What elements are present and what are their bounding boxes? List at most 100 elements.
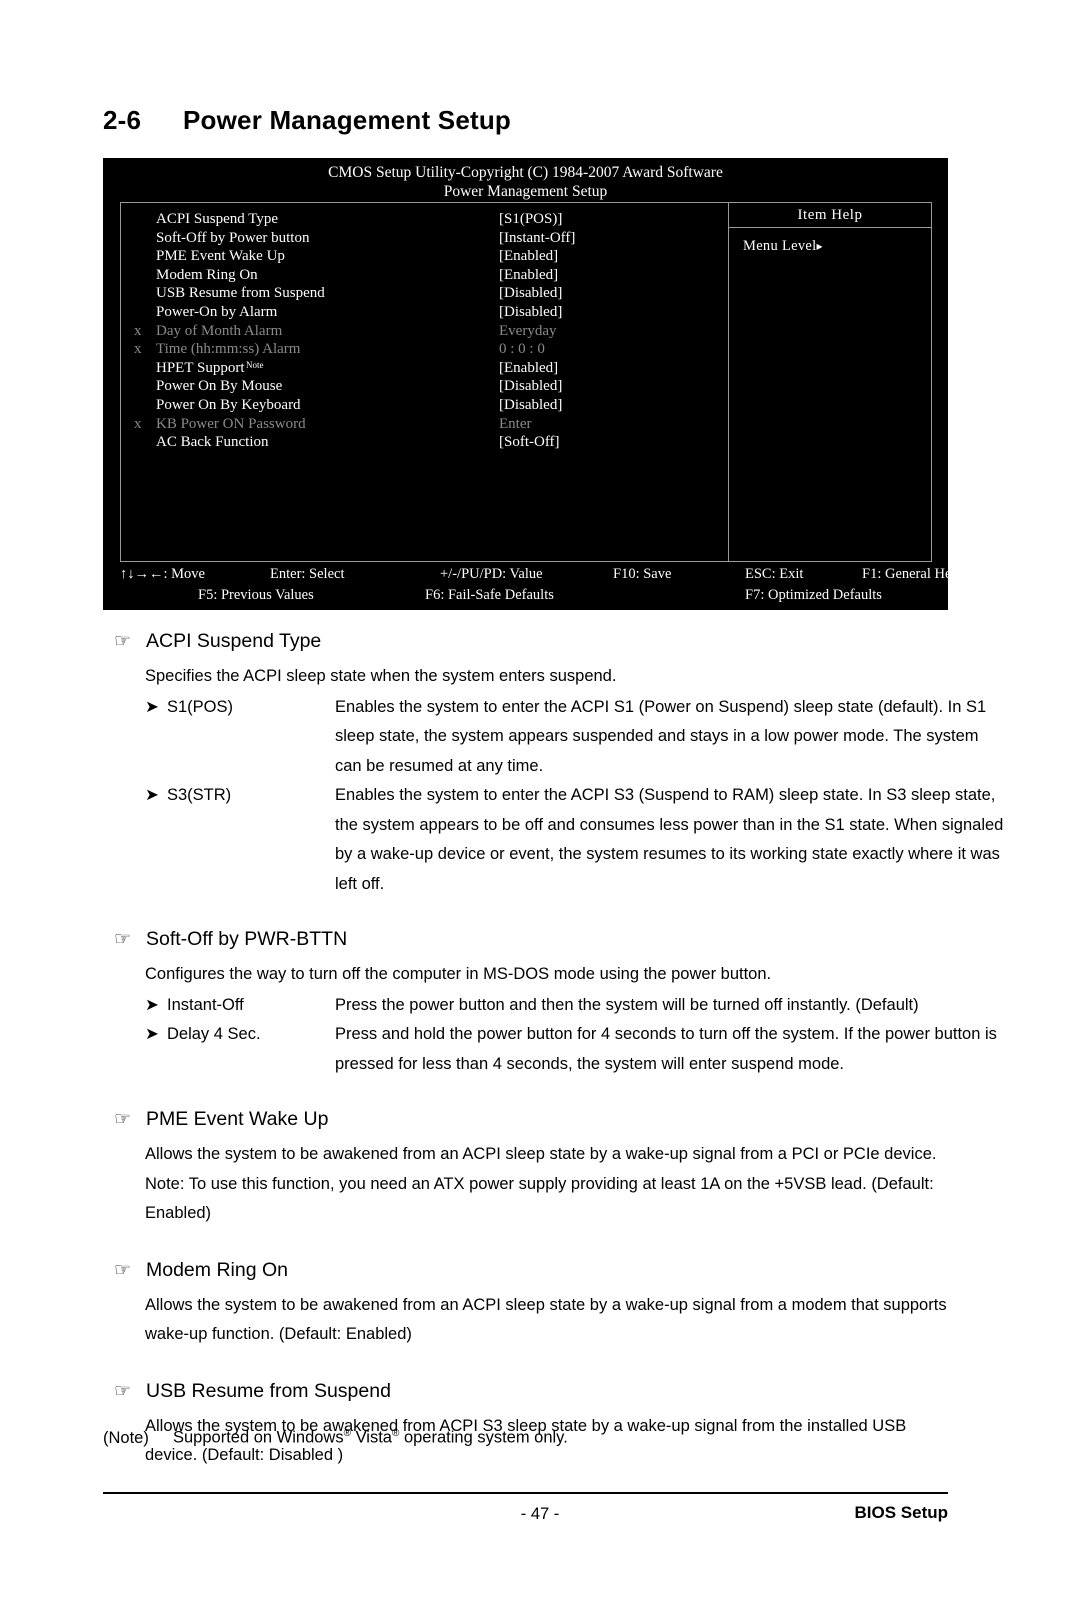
bios-key-hint: F1: General Help <box>862 566 963 582</box>
document-page: 2-6 Power Management Setup CMOS Setup Uti… <box>0 0 1080 1604</box>
bios-key-legend: ↑↓→←: Move Enter: Select +/-/PU/PD: Value F… <box>120 566 963 608</box>
section-item-label: USB Resume from Suspend <box>146 1379 391 1402</box>
bios-option-value[interactable]: [Enabled] <box>499 360 558 377</box>
bios-option-name: HPET Support <box>156 359 245 376</box>
bios-key-row-1: ↑↓→←: Move Enter: Select +/-/PU/PD: Value F… <box>120 566 963 587</box>
footnote: (Note) Supported on Windows® Vista® opera… <box>103 1428 568 1448</box>
bios-option-value[interactable]: [Disabled] <box>499 378 562 395</box>
bios-option-value[interactable]: [Disabled] <box>499 304 562 321</box>
bios-key-hint: ESC: Exit <box>745 566 804 582</box>
section-item-title: ☞ Soft-Off by PWR-BTTN <box>114 928 347 951</box>
bios-key-hint: +/-/PU/PD: Value <box>440 566 543 582</box>
registered-icon-2: ® <box>391 1428 400 1439</box>
bios-menu-title: Power Management Setup <box>443 183 608 201</box>
bios-option-disabled-marker: x <box>134 322 142 339</box>
section-option-description: Press the power button and then the syst… <box>335 995 919 1014</box>
section-item-label: ACPI Suspend Type <box>146 630 322 652</box>
bios-option-row[interactable]: ACPI Suspend Type [S1(POS)] <box>121 211 728 230</box>
bios-key-hint: F7: Optimized Defaults <box>745 587 882 603</box>
bios-key-hint: F10: Save <box>613 566 672 582</box>
bios-option-row[interactable]: x KB Power ON Password Enter <box>121 416 728 435</box>
section-intro-text: Allows the system to be awakened from an… <box>145 1295 947 1344</box>
section-item-title: ☞ Modem Ring On <box>114 1259 288 1282</box>
bios-option-row[interactable]: USB Resume from Suspend [Disabled] <box>121 285 728 304</box>
section-option: ➤ S1(POS) Enables the system to enter the … <box>145 693 986 782</box>
bios-screen: CMOS Setup Utility-Copyright (C) 1984-20… <box>103 158 963 610</box>
bios-option-name: ACPI Suspend Type <box>156 211 279 227</box>
bios-key-hint: F5: Previous Values <box>198 587 314 603</box>
page-title: 2-6 Power Management Setup <box>103 105 511 136</box>
section-item-title: ☞ PME Event Wake Up <box>114 1108 328 1131</box>
bios-option-name: Time (hh:mm:ss) Alarm <box>156 341 301 358</box>
bios-option-value[interactable]: [Disabled] <box>499 285 562 302</box>
menu-level-label: Menu Level▸ <box>729 228 931 255</box>
bios-option-value[interactable]: 0 : 0 : 0 <box>499 341 545 358</box>
arrow-bullet-icon: ➤ <box>145 786 159 804</box>
bios-option-row[interactable]: Modem Ring On [Enabled] <box>121 267 728 286</box>
pointing-hand-icon: ☞ <box>114 929 132 950</box>
section-item-title: ☞ USB Resume from Suspend <box>114 1380 391 1403</box>
bios-key-row-2: F5: Previous Values F6: Fail-Safe Default… <box>120 587 932 608</box>
section-item-label: PME Event Wake Up <box>146 1108 329 1130</box>
section-option-description: Press and hold the power button for 4 se… <box>335 1025 997 1073</box>
bios-panel: ACPI Suspend Type [S1(POS)] Soft-Off by Po… <box>120 202 932 562</box>
section-option-name: S1(POS) <box>167 697 234 716</box>
bios-option-value[interactable]: [Soft-Off] <box>499 434 560 451</box>
bios-option-row[interactable]: AC Back Function [Soft-Off] <box>121 434 728 453</box>
bios-option-name: KB Power ON Password <box>156 415 306 432</box>
bios-option-row[interactable]: Power On By Mouse [Disabled] <box>121 378 728 397</box>
section-intro-text: Allows the system to be awakened from an… <box>145 1145 937 1222</box>
bios-item-help: Item Help Menu Level▸ <box>729 203 931 561</box>
section-option-description: Enables the system to enter the ACPI S3 … <box>335 786 1004 893</box>
pointing-hand-icon: ☞ <box>114 1380 132 1402</box>
bios-key-hint: F6: Fail-Safe Defaults <box>425 587 554 603</box>
bios-option-row[interactable]: Power-On by Alarm [Disabled] <box>121 304 728 323</box>
bios-option-disabled-marker: x <box>134 415 142 432</box>
footnote-text-middle: Vista <box>355 1428 392 1447</box>
chevron-right-icon: ▸ <box>816 239 823 253</box>
section-item-label: Soft-Off by PWR-BTTN <box>146 928 348 950</box>
bios-option-row[interactable]: HPET Support Note [Enabled] <box>121 360 728 379</box>
bios-option-name: Modem Ring On <box>156 266 258 283</box>
bios-option-note-marker: Note <box>246 359 264 370</box>
bios-option-row[interactable]: x Time (hh:mm:ss) Alarm 0 : 0 : 0 <box>121 341 728 360</box>
bios-option-value[interactable]: [S1(POS)] <box>499 211 562 228</box>
pointing-hand-icon: ☞ <box>114 1109 132 1130</box>
section-item-title: ☞ ACPI Suspend Type <box>114 630 321 653</box>
footnote-label: (Note) <box>103 1428 149 1447</box>
section-item-label: Modem Ring On <box>146 1258 288 1281</box>
pointing-hand-icon: ☞ <box>114 631 132 652</box>
arrow-bullet-icon: ➤ <box>145 697 159 716</box>
bios-option-value[interactable]: [Disabled] <box>499 397 562 414</box>
bios-option-value[interactable]: [Enabled] <box>499 248 558 265</box>
bios-option-row[interactable]: x Day of Month Alarm Everyday <box>121 323 728 342</box>
item-help-title: Item Help <box>729 203 931 228</box>
arrow-bullet-icon: ➤ <box>145 995 159 1014</box>
footer-label: BIOS Setup <box>854 1503 948 1522</box>
section-option-name: Delay 4 Sec. <box>167 1025 261 1043</box>
pointing-hand-icon: ☞ <box>114 1259 132 1281</box>
bios-option-value[interactable]: Enter <box>499 416 531 433</box>
bios-option-value[interactable]: [Enabled] <box>499 267 558 284</box>
footer-divider <box>103 1492 948 1494</box>
bios-option-name: PME Event Wake Up <box>156 248 285 265</box>
bios-option-value[interactable]: Everyday <box>499 323 556 340</box>
bios-option-row[interactable]: Soft-Off by Power button [Instant-Off] <box>121 230 728 249</box>
bios-option-name: AC Back Function <box>156 434 269 451</box>
bios-option-row[interactable]: Power On By Keyboard [Disabled] <box>121 397 728 416</box>
bios-option-value[interactable]: [Instant-Off] <box>499 230 575 247</box>
registered-icon: ® <box>343 1428 351 1439</box>
section-intro-text: Configures the way to turn off the compu… <box>145 965 772 983</box>
footnote-text-after: operating system only. <box>403 1428 568 1447</box>
section-intro-text: Specifies the ACPI sleep state when the … <box>145 667 617 685</box>
bios-option-name: Day of Month Alarm <box>156 322 283 339</box>
bios-option-row[interactable]: PME Event Wake Up [Enabled] <box>121 248 728 267</box>
bios-key-hint: Enter: Select <box>270 566 345 582</box>
bios-option-name: Power On By Keyboard <box>156 396 301 413</box>
arrow-bullet-icon: ➤ <box>145 1025 159 1043</box>
bios-option-name: USB Resume from Suspend <box>156 285 325 302</box>
bios-option-name: Power On By Mouse <box>156 378 283 395</box>
footnote-text-before: Supported on Windows <box>173 1428 344 1447</box>
bios-option-name: Soft-Off by Power button <box>156 229 310 246</box>
section-option-name: S3(STR) <box>167 786 232 804</box>
